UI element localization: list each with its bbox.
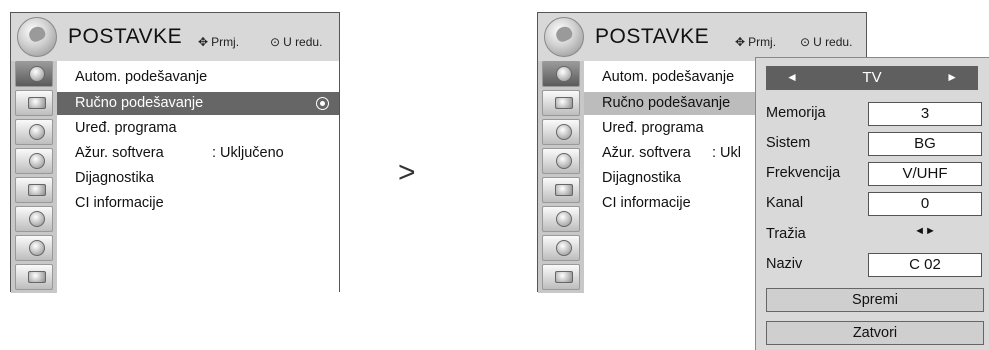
row-frequency: Frekvencija V/UHF [766,162,982,190]
category-icon-column [11,61,57,293]
speaker-icon[interactable] [15,119,53,145]
menu-list: Autom. podešavanje Ručno podešavanje Ure… [57,61,339,293]
clock-icon[interactable] [542,148,580,174]
name-label: Naziv [766,256,803,272]
save-button[interactable]: Spremi [766,288,984,312]
hint-ok: ⊙ U redu. [270,35,323,49]
satellite-icon[interactable] [15,61,53,87]
hint-move: ✥ Prmj. [735,35,777,49]
toolbox-icon[interactable] [15,177,53,203]
close-button[interactable]: Zatvori [766,321,984,345]
channel-label: Kanal [766,195,804,211]
manual-tuning-panel: ◄ TV ► Memorija 3 Sistem BG Frekvencija … [755,57,989,350]
move-arrows-icon: ✥ [735,35,746,49]
menu-title: POSTAVKE [595,25,710,48]
selected-radio-icon [316,97,329,110]
menu-header: POSTAVKE ✥ Prmj. ⊙ U redu. [538,13,866,61]
memory-label: Memorija [766,105,826,121]
ok-button-icon: ⊙ [800,35,811,49]
monitor-icon[interactable] [15,90,53,116]
system-label: Sistem [766,135,811,151]
name-field[interactable]: C 02 [868,253,982,277]
option-icon[interactable] [15,235,53,261]
category-icon-column [538,61,584,293]
row-system: Sistem BG [766,132,982,160]
ok-button-icon: ⊙ [270,35,281,49]
row-search: Tražia ◄► [766,223,982,251]
menu-header: POSTAVKE ✥ Prmj. ⊙ U redu. [11,13,339,61]
satellite-icon[interactable] [542,61,580,87]
frequency-field[interactable]: V/UHF [868,162,982,186]
toolbox-icon[interactable] [542,177,580,203]
menu-item-program-edit[interactable]: Uređ. programa [57,117,339,140]
usb-icon[interactable] [542,264,580,290]
menu-item-diagnostics[interactable]: Dijagnostika [57,167,339,190]
clock-icon[interactable] [15,148,53,174]
settings-menu-left: POSTAVKE ✥ Prmj. ⊙ U redu. Autom. podešava… [10,12,340,293]
move-arrows-icon: ✥ [198,35,209,49]
speaker-icon[interactable] [542,119,580,145]
channel-field[interactable]: 0 [868,192,982,216]
frequency-label: Frekvencija [766,165,841,181]
satellite-logo-icon [544,17,584,57]
transition-arrow: > [398,156,416,189]
menu-title: POSTAVKE [68,25,183,48]
row-channel: Kanal 0 [766,192,982,220]
right-arrow-icon[interactable]: ► [946,70,958,84]
menu-item-ci-info[interactable]: CI informacije [57,192,339,215]
hint-move: ✥ Prmj. [198,35,240,49]
usb-icon[interactable] [15,264,53,290]
search-label: Tražia [766,226,806,242]
lock-icon[interactable] [15,206,53,232]
mode-selector[interactable]: ◄ TV ► [766,66,978,90]
menu-item-software-update[interactable]: Ažur. softvera: Uključeno [57,142,339,165]
option-icon[interactable] [542,235,580,261]
menu-item-auto-tuning[interactable]: Autom. podešavanje [57,66,339,89]
row-name: Naziv C 02 [766,253,982,281]
system-field[interactable]: BG [868,132,982,156]
row-memory: Memorija 3 [766,102,982,130]
menu-item-manual-tuning[interactable]: Ručno podešavanje [57,92,339,115]
search-arrows-icon[interactable]: ◄► [868,225,982,237]
lock-icon[interactable] [542,206,580,232]
satellite-logo-icon [17,17,57,57]
monitor-icon[interactable] [542,90,580,116]
memory-field[interactable]: 3 [868,102,982,126]
hint-ok: ⊙ U redu. [800,35,853,49]
